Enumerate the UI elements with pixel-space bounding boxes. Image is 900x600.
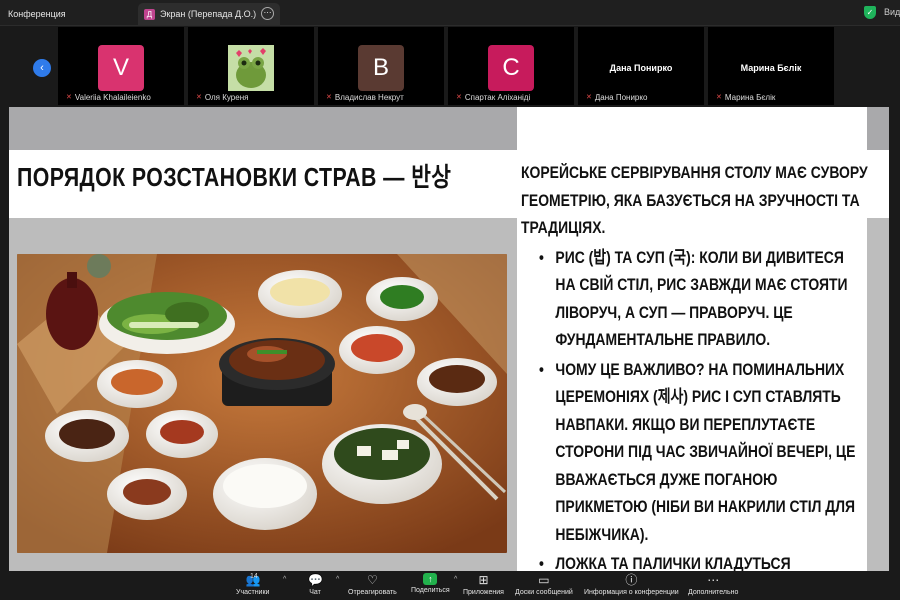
avatar: В — [358, 45, 404, 91]
whiteboards-button[interactable]: ▭ Доски сообщений — [515, 573, 573, 600]
slide-text: КОРЕЙСЬКЕ СЕРВІРУВАННЯ СТОЛУ МАЄ СУВОРУ … — [521, 159, 881, 571]
avatar: V — [98, 45, 144, 91]
participant-tile[interactable]: ✕ Оля Куреня — [188, 27, 314, 105]
participant-name-tag: ✕ Valeriia Khalaileienko — [64, 92, 154, 103]
participant-tile[interactable]: Марина Бєлік ✕ Марина Бєлік — [708, 27, 834, 105]
slide-intro: КОРЕЙСЬКЕ СЕРВІРУВАННЯ СТОЛУ МАЄ СУВОРУ … — [521, 163, 868, 237]
more-icon: ⋯ — [707, 573, 720, 587]
encryption-shield-icon[interactable]: ✓ — [864, 6, 876, 19]
participant-name-tag: ✕ Марина Бєлік — [714, 92, 779, 103]
chevron-up-icon[interactable]: ^ — [283, 576, 286, 583]
participant-display-name: Дана Понирко — [609, 63, 673, 73]
apps-icon: ⊞ — [478, 573, 489, 587]
tab-label: Конференция — [8, 9, 66, 19]
muted-mic-icon: ✕ — [716, 94, 722, 101]
slide-background — [867, 107, 889, 150]
slide-bullet: РИС (밥) ТА СУП (국): КОЛИ ВИ ДИВИТЕСЯ НА … — [539, 244, 867, 354]
chat-button[interactable]: 💬 Чат — [308, 573, 323, 600]
chevron-up-icon[interactable]: ^ — [336, 576, 339, 583]
screen-share-tab-icon: Д — [144, 8, 155, 20]
view-menu[interactable]: Вид — [884, 7, 900, 17]
meeting-info-button[interactable]: ⓘ Информация о конференции — [584, 573, 679, 600]
participant-name-tag: ✕ Спартак Аліханіді — [454, 92, 534, 103]
avatar-image — [228, 45, 274, 91]
share-screen-button[interactable]: ↑ Поделиться — [411, 573, 450, 600]
slide-background — [9, 107, 517, 150]
slide-bullet: ЧОМУ ЦЕ ВАЖЛИВО? НА ПОМИНАЛЬНИХ ЦЕРЕМОНІ… — [539, 356, 867, 549]
participant-display-name: Марина Бєлік — [740, 63, 802, 73]
muted-mic-icon: ✕ — [196, 94, 202, 101]
participant-strip: ‹ V ✕ Valeriia Khalaileienko ✕ Оля Курен… — [0, 27, 900, 107]
participant-tile[interactable]: V ✕ Valeriia Khalaileienko — [58, 27, 184, 105]
participants-button[interactable]: 👥 14 Участники — [236, 573, 269, 600]
tab-conference[interactable]: Конференция — [0, 3, 136, 25]
tab-screen-share[interactable]: Д Экран (Перепада Д.О.) ⋯ — [138, 3, 280, 25]
participant-tile[interactable]: Дана Понирко ✕ Дана Понирко — [578, 27, 704, 105]
shared-screen[interactable]: ПОРЯДОК РОЗСТАНОВКИ СТРАВ — 반상 КОРЕЙСЬКЕ… — [9, 107, 889, 571]
more-button[interactable]: ⋯ Дополнительно — [688, 573, 738, 600]
participant-name-tag: ✕ Владислав Некрут — [324, 92, 407, 103]
whiteboard-icon: ▭ — [538, 573, 550, 587]
slide-title: ПОРЯДОК РОЗСТАНОВКИ СТРАВ — 반상 — [17, 162, 452, 192]
chat-icon: 💬 — [308, 573, 323, 587]
avatar: С — [488, 45, 534, 91]
more-options-icon[interactable]: ⋯ — [261, 7, 274, 20]
frog-avatar-icon — [228, 45, 274, 91]
muted-mic-icon: ✕ — [456, 94, 462, 101]
share-screen-icon: ↑ — [423, 573, 438, 585]
apps-button[interactable]: ⊞ Приложения — [463, 573, 504, 600]
korean-table-photo — [17, 254, 507, 553]
participant-tile[interactable]: С ✕ Спартак Аліханіді — [448, 27, 574, 105]
slide-bullet: ЛОЖКА ТА ПАЛИЧКИ КЛАДУТЬСЯ ПРАВОРУЧ ВІД … — [539, 550, 867, 571]
text-panel-top — [517, 107, 867, 150]
food-photo-image — [17, 254, 507, 553]
zoom-window: Конференция Д Экран (Перепада Д.О.) ⋯ ✓ … — [0, 0, 900, 600]
participant-name-tag: ✕ Дана Понирко — [584, 92, 651, 103]
info-icon: ⓘ — [625, 573, 638, 587]
muted-mic-icon: ✕ — [66, 94, 72, 101]
react-button[interactable]: ♡ Отреагировать — [348, 573, 397, 600]
participant-tile[interactable]: В ✕ Владислав Некрут — [318, 27, 444, 105]
heart-icon: ♡ — [367, 573, 378, 587]
previous-page-button[interactable]: ‹ — [33, 59, 51, 77]
chevron-up-icon[interactable]: ^ — [454, 576, 457, 583]
meeting-toolbar: 👥 14 Участники ^ 💬 Чат ^ ♡ Отреагировать… — [0, 571, 900, 600]
slide-bullet-list: РИС (밥) ТА СУП (국): КОЛИ ВИ ДИВИТЕСЯ НА … — [539, 244, 881, 572]
participant-name-tag: ✕ Оля Куреня — [194, 92, 252, 103]
muted-mic-icon: ✕ — [586, 94, 592, 101]
tab-label: Экран (Перепада Д.О.) — [160, 9, 257, 19]
muted-mic-icon: ✕ — [326, 94, 332, 101]
participants-count: 14 — [250, 573, 258, 580]
tab-bar: Конференция Д Экран (Перепада Д.О.) ⋯ ✓ … — [0, 0, 900, 26]
